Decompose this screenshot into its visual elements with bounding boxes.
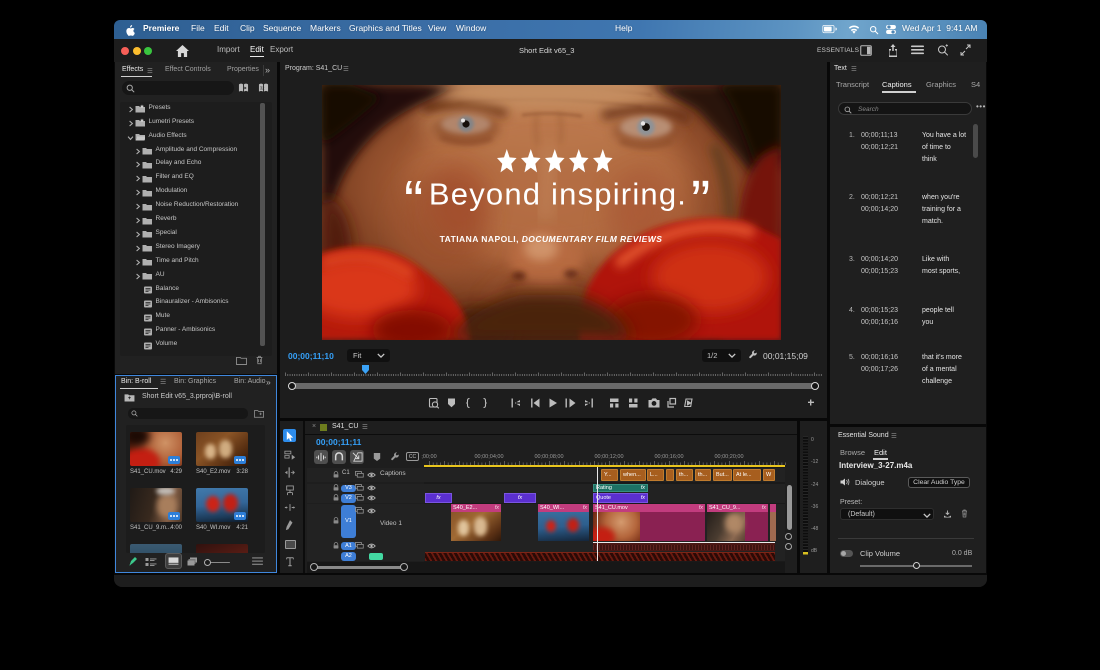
- svg-text:00;00;20;00: 00;00;20;00: [714, 454, 743, 460]
- svg-text:00;00;08;00: 00;00;08;00: [534, 454, 563, 460]
- svg-text:Beyond inspiring.: Beyond inspiring.: [429, 177, 687, 212]
- svg-text:00;00;04;00: 00;00;04;00: [474, 454, 503, 460]
- svg-text:00;00;16;00: 00;00;16;00: [654, 454, 683, 460]
- svg-text:“: “: [404, 169, 423, 234]
- svg-text:TATIANA NAPOLI, DOCUMENTARY FI: TATIANA NAPOLI, DOCUMENTARY FILM REVIEWS: [440, 234, 663, 244]
- svg-text:”: ”: [691, 169, 710, 234]
- svg-text:32: 32: [260, 85, 265, 90]
- svg-text:00;00;12;00: 00;00;12;00: [594, 454, 623, 460]
- svg-text:;00;00: ;00;00: [421, 454, 436, 460]
